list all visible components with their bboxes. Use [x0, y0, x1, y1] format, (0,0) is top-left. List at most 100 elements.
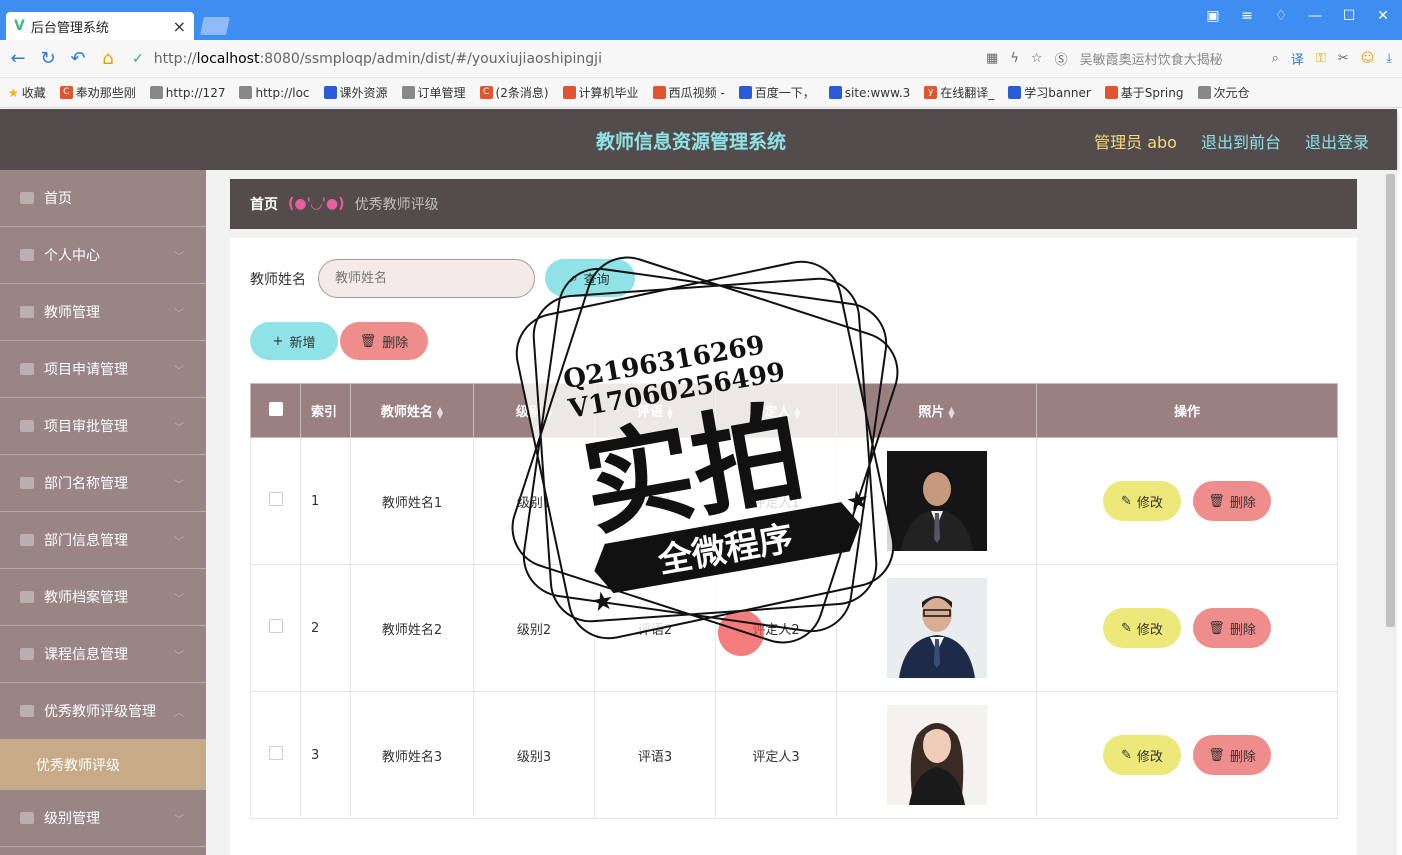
row-checkbox[interactable]: [268, 619, 283, 633]
sidebar-item-courses[interactable]: 课程信息管理 ﹀: [0, 626, 206, 683]
delete-button[interactable]: 🗑 删除: [1193, 481, 1272, 521]
chevron-down-icon: ﹀: [174, 308, 184, 320]
key-icon[interactable]: ⚿: [1316, 51, 1326, 66]
sidebar-item-archives[interactable]: 教师档案管理 ﹀: [0, 569, 206, 626]
edit-button[interactable]: ✎ 修改: [1102, 608, 1181, 648]
qr-icon[interactable]: ▦: [986, 51, 998, 66]
minimize-icon[interactable]: —: [1304, 8, 1326, 24]
check-square-icon: [20, 591, 34, 603]
bookmark-item[interactable]: ★ 收藏: [8, 84, 46, 101]
star-icon: ★: [8, 85, 19, 100]
cell-rater: 评定人1: [715, 437, 837, 565]
cell-index: 1: [300, 437, 351, 565]
scissors-icon[interactable]: ✂: [1338, 51, 1349, 66]
sidebar-item-levels[interactable]: 级别管理 ﹀: [0, 790, 206, 847]
cursor-highlight: [718, 610, 764, 656]
select-all-checkbox[interactable]: [268, 401, 283, 416]
column-header[interactable]: 照片 ▲ ▼: [836, 383, 1037, 438]
cell-comment: 评语2: [594, 564, 716, 692]
bookmark-item[interactable]: 基于Spring: [1104, 84, 1184, 101]
translate-icon[interactable]: 译: [1291, 49, 1304, 68]
logout-link[interactable]: 退出登录: [1305, 129, 1369, 153]
maximize-icon[interactable]: ☐: [1338, 8, 1360, 24]
page-scrollbar[interactable]: [1383, 170, 1397, 855]
sidebar-item-profile[interactable]: 个人中心 ﹀: [0, 227, 206, 284]
teacher-name-search-input[interactable]: [318, 259, 535, 298]
bookmark-item[interactable]: 百度一下，: [738, 84, 815, 101]
sidebar-item-project-apply[interactable]: 项目申请管理 ﹀: [0, 341, 206, 398]
column-header[interactable]: 教师姓名 ▲ ▼: [350, 383, 474, 438]
admin-name: 管理员 abo: [1094, 133, 1177, 152]
menu-icon[interactable]: ≡: [1236, 8, 1258, 24]
browser-tab[interactable]: V 后台管理系统 ×: [6, 12, 194, 40]
row-checkbox[interactable]: [268, 492, 283, 506]
column-header[interactable]: 评定人 ▲ ▼: [715, 383, 837, 438]
sidebar-subitem-excellent-rating[interactable]: 优秀教师评级: [0, 740, 206, 790]
sidebar-item-excellent-rating[interactable]: 优秀教师评级管理 ︿: [0, 683, 206, 740]
bookmark-item[interactable]: 学习banner: [1008, 84, 1091, 101]
edit-icon: ✎: [1120, 747, 1132, 763]
cell-level: 级别1: [473, 437, 595, 565]
row-checkbox[interactable]: [268, 746, 283, 760]
sort-icon[interactable]: ▲ ▼: [437, 405, 443, 419]
browser-search-input[interactable]: 吴敏霞奥运村饮食大揭秘: [1080, 49, 1260, 68]
breadcrumb-home[interactable]: 首页: [250, 194, 278, 214]
bookmark-item[interactable]: 订单管理: [401, 84, 466, 101]
baidu-icon: [828, 86, 842, 99]
sidebar-item-dept-info[interactable]: 部门信息管理 ﹀: [0, 512, 206, 569]
to-front-link[interactable]: 退出到前台: [1201, 129, 1281, 153]
sidebar-item-home[interactable]: 首页: [0, 170, 206, 227]
emoji-icon[interactable]: ☺: [1361, 51, 1375, 66]
bookmark-item[interactable]: site:www.3: [828, 86, 910, 100]
home-icon: [20, 192, 34, 204]
star-icon[interactable]: ☆: [1031, 51, 1043, 66]
sort-icon[interactable]: ▲ ▼: [667, 405, 673, 419]
delete-button[interactable]: 🗑 删除: [1193, 608, 1272, 648]
tab-count-icon[interactable]: ▣: [1202, 8, 1224, 24]
bookmark-item[interactable]: 西瓜视频 -: [652, 84, 725, 101]
table-row: 1 教师姓名1 级别1 评语1 评定人1 ✎ 修改 🗑 删除: [250, 437, 1338, 565]
sidebar-item-project-approve[interactable]: 项目审批管理 ﹀: [0, 398, 206, 455]
undo-icon[interactable]: ↶: [66, 48, 90, 69]
chevron-down-icon: ﹀: [174, 365, 184, 377]
bookmark-item[interactable]: http://loc: [239, 86, 310, 100]
close-tab-icon[interactable]: ×: [173, 17, 186, 36]
batch-delete-button[interactable]: 🗑 删除: [340, 322, 428, 360]
bookmark-item[interactable]: C (2条消息): [479, 84, 549, 101]
sort-icon[interactable]: ▲ ▼: [948, 405, 954, 419]
skin-icon[interactable]: ♢: [1270, 8, 1292, 24]
refresh-icon[interactable]: ↻: [36, 48, 60, 69]
sidebar-item-teachers[interactable]: 教师管理 ﹀: [0, 284, 206, 341]
home-icon[interactable]: ⌂: [96, 48, 120, 69]
edit-button[interactable]: ✎ 修改: [1102, 481, 1181, 521]
cell-index: 2: [300, 564, 351, 692]
sort-icon[interactable]: ▲ ▼: [546, 405, 552, 419]
close-window-icon[interactable]: ✕: [1372, 8, 1394, 24]
scrollbar-thumb[interactable]: [1386, 174, 1395, 627]
search-icon[interactable]: ⌕: [1272, 51, 1279, 66]
search-engine-icon[interactable]: Ⓢ: [1055, 49, 1068, 68]
chevron-down-icon: ﹀: [174, 814, 184, 826]
column-header: 索引: [300, 383, 351, 438]
edit-button[interactable]: ✎ 修改: [1102, 735, 1181, 775]
column-header[interactable]: 级别 ▲ ▼: [473, 383, 595, 438]
address-bar[interactable]: ✓ http://localhost:8080/ssmploqp/admin/d…: [132, 51, 602, 67]
sort-icon[interactable]: ▲ ▼: [794, 405, 800, 419]
copy-icon: [20, 477, 34, 489]
download-icon[interactable]: ⤓: [1386, 51, 1392, 66]
back-icon[interactable]: ←: [6, 48, 30, 69]
bookmark-item[interactable]: 课外资源: [323, 84, 388, 101]
bookmark-item[interactable]: C 奉劝那些刚: [59, 84, 136, 101]
bookmark-item[interactable]: y 在线翻译_: [924, 84, 994, 101]
new-tab-button[interactable]: [200, 17, 230, 35]
sidebar-item-dept-name[interactable]: 部门名称管理 ﹀: [0, 455, 206, 512]
lightning-icon[interactable]: ϟ: [1010, 51, 1019, 66]
query-button[interactable]: ⌕ 查询: [545, 259, 635, 297]
bookmark-item[interactable]: 次元仓: [1197, 84, 1250, 101]
delete-button[interactable]: 🗑 删除: [1193, 735, 1272, 775]
bookmark-item[interactable]: 计算机毕业: [562, 84, 639, 101]
column-header[interactable]: 评语 ▲ ▼: [594, 383, 716, 438]
breadcrumb-emoticon: (●'◡'●): [288, 196, 345, 212]
bookmark-item[interactable]: http://127: [149, 86, 225, 100]
add-button[interactable]: + 新增: [250, 322, 338, 360]
